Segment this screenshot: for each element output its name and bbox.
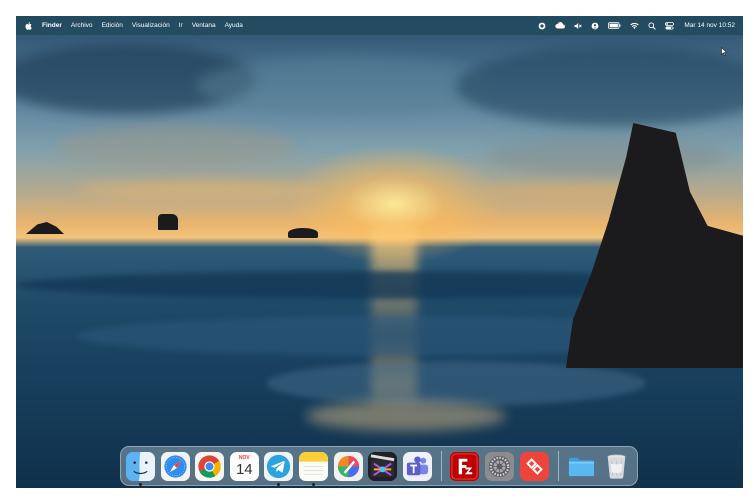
cloud-icon[interactable]	[555, 22, 566, 29]
menu-archivo[interactable]: Archivo	[71, 22, 93, 29]
finder-icon	[126, 451, 155, 481]
desktop-wallpaper	[16, 16, 743, 488]
wifi-icon[interactable]	[630, 22, 640, 29]
apple-logo-icon[interactable]	[25, 21, 32, 30]
dock-app-finder[interactable]	[126, 451, 155, 486]
calendar-day: 14	[235, 460, 253, 478]
dock-app-anydesk[interactable]	[519, 451, 549, 481]
menu-ayuda[interactable]: Ayuda	[225, 22, 243, 29]
record-icon[interactable]	[538, 22, 546, 30]
dock-app-teams[interactable]	[402, 451, 432, 481]
dock-app-notes[interactable]	[298, 451, 328, 486]
dock-app-chrome[interactable]	[195, 451, 225, 481]
filezilla-icon	[450, 451, 480, 481]
search-icon[interactable]	[648, 21, 657, 30]
menu-visualizacion[interactable]: Visualización	[132, 22, 170, 29]
dock-app-system-settings[interactable]	[484, 451, 514, 481]
dock-folder-downloads[interactable]	[567, 452, 596, 481]
menu-edicion[interactable]: Edición	[102, 22, 123, 29]
dock-trash[interactable]	[602, 452, 631, 481]
menu-ventana[interactable]: Ventana	[192, 22, 216, 29]
anydesk-icon	[519, 451, 549, 481]
dock: NOV 14	[120, 446, 638, 486]
mute-volume-icon[interactable]	[574, 22, 583, 30]
teams-icon	[402, 451, 432, 481]
menu-bar: Finder Archivo Edición Visualización Ir …	[16, 16, 743, 35]
telegram-icon	[264, 451, 294, 481]
pixelmator-icon	[333, 451, 363, 481]
notes-icon	[298, 451, 328, 481]
safari-icon	[160, 451, 190, 481]
dock-app-safari[interactable]	[160, 451, 190, 481]
system-settings-icon	[484, 451, 514, 481]
user-circle-icon[interactable]	[591, 22, 599, 30]
dock-app-filezilla[interactable]	[450, 451, 480, 481]
dock-app-final-cut[interactable]	[368, 451, 398, 481]
dock-separator-2	[558, 451, 560, 481]
dock-separator	[441, 451, 443, 481]
dock-app-telegram[interactable]	[264, 451, 294, 486]
battery-icon[interactable]	[608, 22, 621, 29]
mouse-pointer-icon	[721, 47, 727, 56]
folder-icon	[569, 457, 595, 476]
menu-clock[interactable]: Mar 14 nov 10:52	[684, 22, 735, 29]
chrome-icon	[195, 451, 225, 481]
final-cut-icon	[368, 451, 398, 481]
menu-finder[interactable]: Finder	[42, 22, 62, 29]
control-center-icon[interactable]	[665, 21, 675, 30]
trash-icon	[607, 454, 626, 479]
dock-app-calendar[interactable]: NOV 14	[229, 451, 259, 481]
dock-app-pixelmator[interactable]	[333, 451, 363, 481]
menu-ir[interactable]: Ir	[179, 22, 183, 29]
